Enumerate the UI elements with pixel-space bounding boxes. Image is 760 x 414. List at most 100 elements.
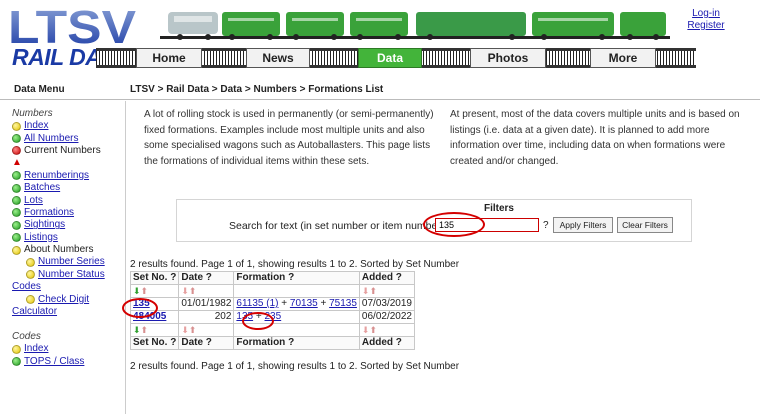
apply-filters-button[interactable]: Apply Filters: [553, 217, 613, 233]
sort-arrows-added[interactable]: ⬇⬆: [358, 323, 415, 337]
sort-arrows-set[interactable]: ⬇⬆: [129, 284, 180, 298]
sidebar-item-listings[interactable]: Listings: [12, 232, 125, 244]
sidebar-item-formations[interactable]: Formations: [12, 207, 125, 219]
formations-table: Set No. ? Date ? Formation ? Added ? ⬇⬆ …: [129, 271, 415, 350]
footer-set-no[interactable]: Set No. ?: [129, 336, 180, 350]
cell-formation: 61135 (1) + 70135 + 75135: [233, 297, 360, 311]
account-links: Log-in Register: [676, 8, 736, 32]
site-header: LTSV RAIL DATA Home News Data Photos Mor…: [0, 0, 760, 76]
sort-arrows-date[interactable]: ⬇⬆: [178, 284, 235, 298]
filters-title: Filters: [483, 203, 514, 214]
yellow-dot-icon: [12, 121, 21, 131]
data-menu-sidebar: Numbers Index All Numbers Current Number…: [0, 101, 126, 414]
filters-panel: Filters Search for text (in set number o…: [176, 199, 692, 242]
sidebar-item-index[interactable]: Index: [12, 120, 125, 132]
footer-date[interactable]: Date ?: [178, 336, 235, 350]
logo-letters-graphic: LTSV: [8, 6, 136, 46]
nav-more[interactable]: More: [590, 48, 656, 68]
nav-news[interactable]: News: [246, 48, 310, 68]
green-dot-icon: [12, 220, 21, 230]
login-link[interactable]: Log-in: [676, 8, 736, 20]
table-row: 484005 202 135 + 235 06/02/2022: [129, 310, 415, 324]
sidebar-item-all-numbers[interactable]: All Numbers: [12, 132, 125, 144]
warning-icon: ▲: [12, 157, 22, 169]
cell-date: 01/01/1982: [178, 297, 235, 311]
train-banner-image: [160, 12, 670, 40]
sort-up-icon: ⬆: [188, 325, 197, 335]
table-header-row: Set No. ? Date ? Formation ? Added ?: [129, 271, 415, 285]
cell-added: 06/02/2022: [358, 310, 415, 324]
sidebar-warning: ▲: [12, 157, 125, 169]
table-footer-row: Set No. ? Date ? Formation ? Added ?: [129, 336, 415, 350]
formation-item-link[interactable]: 61135 (1): [236, 298, 278, 309]
green-dot-icon: [12, 134, 21, 144]
yellow-dot-icon: [26, 295, 35, 305]
formation-item-link[interactable]: 135: [236, 311, 253, 322]
cell-date: 202: [178, 310, 235, 324]
nav-data[interactable]: Data: [358, 48, 422, 68]
filter-label: Search for text (in set number or item n…: [229, 220, 453, 232]
table-row: 135 01/01/1982 61135 (1) + 70135 + 75135…: [129, 297, 415, 311]
cell-set-no: 484005: [129, 310, 180, 324]
codes-heading: Codes: [12, 331, 41, 343]
filter-help-link[interactable]: ?: [543, 220, 549, 231]
formation-item-link[interactable]: 75135: [329, 298, 357, 309]
sidebar-item-number-series[interactable]: Number Series: [12, 256, 125, 268]
sidebar-item-lots[interactable]: Lots: [12, 194, 125, 206]
intro-paragraph-right: At present, most of the data covers mult…: [450, 109, 740, 167]
sort-up-icon: ⬆: [140, 286, 149, 296]
sidebar-item-tops-class[interactable]: TOPS / Class: [12, 356, 125, 368]
sidebar-item-check-digit[interactable]: Check Digit: [12, 293, 125, 305]
set-link[interactable]: 135: [133, 298, 150, 309]
header-formation[interactable]: Formation ?: [233, 271, 360, 285]
sidebar-item-sightings[interactable]: Sightings: [12, 219, 125, 231]
yellow-dot-icon: [12, 245, 21, 255]
nav-home[interactable]: Home: [136, 48, 202, 68]
sidebar-item-codes[interactable]: Codes: [12, 281, 125, 293]
numbers-heading: Numbers: [12, 108, 53, 119]
sort-arrows-set[interactable]: ⬇⬆: [129, 323, 180, 337]
header-set-no[interactable]: Set No. ?: [129, 271, 180, 285]
green-dot-icon: [12, 171, 21, 181]
breadcrumb: LTSV > Rail Data > Data > Numbers > Form…: [130, 84, 384, 95]
yellow-dot-icon: [12, 344, 21, 354]
green-dot-icon: [12, 208, 21, 218]
formation-item-link[interactable]: 70135: [290, 298, 318, 309]
sidebar-item-about-numbers: About Numbers: [12, 244, 125, 256]
footer-added[interactable]: Added ?: [358, 336, 415, 350]
results-summary-top: 2 results found. Page 1 of 1, showing re…: [130, 259, 460, 270]
cell-added: 07/03/2019: [358, 297, 415, 311]
sort-arrows-date[interactable]: ⬇⬆: [178, 323, 235, 337]
sidebar-item-current-numbers: Current Numbers: [12, 145, 125, 157]
filter-search-input[interactable]: [435, 218, 539, 232]
sort-cell-formation: [233, 284, 360, 298]
red-dot-icon: [12, 146, 21, 156]
intro-paragraph-left: A lot of rolling stock is used in perman…: [144, 109, 434, 167]
clear-filters-button[interactable]: Clear Filters: [617, 217, 673, 233]
main-nav: Home News Data Photos More: [96, 48, 696, 68]
formation-item-link[interactable]: 235: [265, 311, 282, 322]
subheader-bar: Data Menu LTSV > Rail Data > Data > Numb…: [0, 80, 760, 100]
cell-set-no: 135: [129, 297, 180, 311]
yellow-dot-icon: [26, 270, 35, 280]
sidebar-item-batches[interactable]: Batches: [12, 182, 125, 194]
green-dot-icon: [12, 196, 21, 206]
sidebar-item-number-status[interactable]: Number Status: [12, 269, 125, 281]
sort-down-icon: ⬇: [133, 286, 141, 296]
nav-photos[interactable]: Photos: [470, 48, 546, 68]
sidebar-item-renumberings[interactable]: Renumberings: [12, 170, 125, 182]
sort-row-top: ⬇⬆ ⬇⬆ ⬇⬆: [129, 284, 415, 298]
green-dot-icon: [12, 233, 21, 243]
header-added[interactable]: Added ?: [358, 271, 415, 285]
sort-down-icon: ⬇: [133, 325, 141, 335]
results-summary-bottom: 2 results found. Page 1 of 1, showing re…: [130, 361, 460, 372]
sort-arrows-added[interactable]: ⬇⬆: [358, 284, 415, 298]
sort-up-icon: ⬆: [369, 286, 378, 296]
footer-formation[interactable]: Formation ?: [233, 336, 360, 350]
header-date[interactable]: Date ?: [178, 271, 235, 285]
register-link[interactable]: Register: [676, 20, 736, 32]
sidebar-item-calculator[interactable]: Calculator: [12, 306, 125, 318]
green-dot-icon: [12, 357, 21, 367]
set-link[interactable]: 484005: [133, 311, 166, 322]
sidebar-item-codes-index[interactable]: Index: [12, 343, 125, 355]
